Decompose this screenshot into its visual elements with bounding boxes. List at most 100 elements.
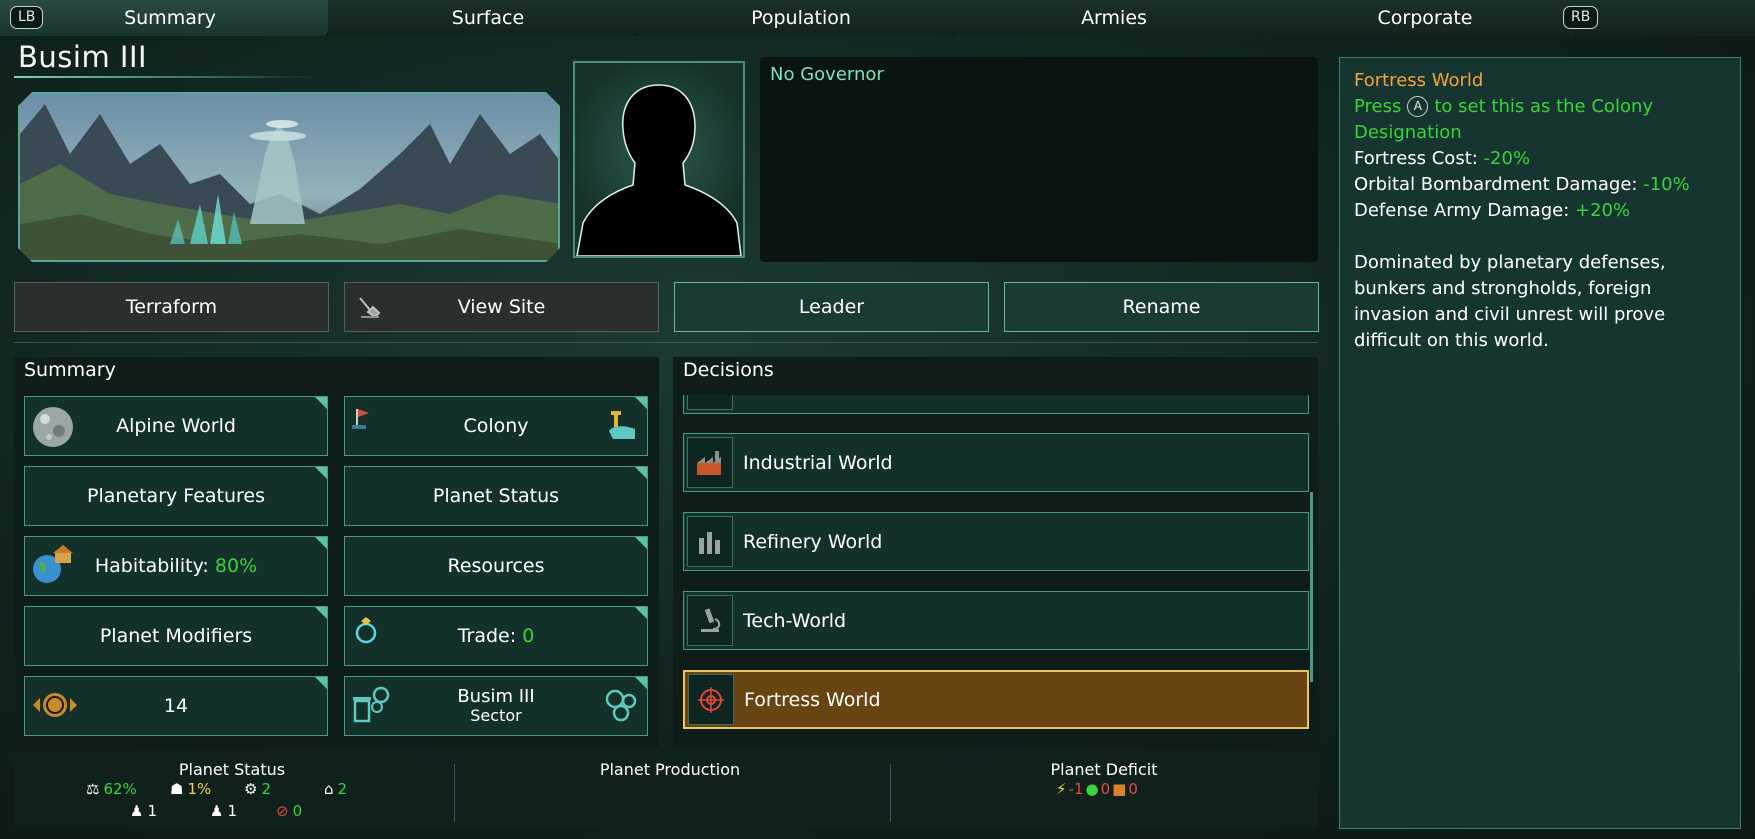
- silhouette-icon: [576, 84, 742, 256]
- planetary-features-tile[interactable]: Planetary Features: [24, 466, 328, 526]
- planet-size-tile[interactable]: 14: [24, 676, 328, 736]
- tile-corner: [315, 467, 327, 479]
- sector-tile[interactable]: Busim III Sector: [344, 676, 648, 736]
- decision-label: Refinery World: [743, 530, 883, 553]
- decisions-scrollbar[interactable]: [1310, 492, 1313, 682]
- tab-surface-label: Surface: [451, 7, 525, 29]
- effect-label: Fortress Cost:: [1354, 148, 1478, 169]
- planet-banner-image: [18, 92, 560, 262]
- housing-icon: ⌂: [324, 780, 334, 798]
- crime-icon: ☗: [170, 780, 184, 798]
- rb-button-icon[interactable]: RB: [1563, 6, 1599, 29]
- pop-icon: ♟: [130, 802, 144, 820]
- lb-button-icon[interactable]: LB: [10, 6, 44, 29]
- governor-portrait[interactable]: [573, 61, 745, 258]
- leader-button[interactable]: Leader: [674, 282, 989, 332]
- governor-status: No Governor: [770, 64, 884, 85]
- effect-value: +20%: [1575, 200, 1631, 221]
- decision-label: Tech-World: [743, 609, 847, 632]
- tab-armies[interactable]: Armies: [954, 0, 1274, 36]
- habitability-label: Habitability:: [94, 555, 209, 577]
- summary-panel: Summary Alpine World Colony Planetary Fe…: [14, 357, 659, 748]
- refinery-icon: [687, 516, 733, 567]
- effect-label: Defense Army Damage:: [1354, 200, 1570, 221]
- tab-summary-label: Summary: [124, 7, 216, 29]
- decision-label: Fortress World: [744, 688, 881, 711]
- shovel-icon: [357, 295, 383, 326]
- info-press-hint: Press Ato set this as the Colony Designat…: [1354, 94, 1726, 146]
- tile-corner: [315, 537, 327, 549]
- pop-b-value: 1: [227, 802, 237, 820]
- planet-status-section: Planet Status ⚖ 62% ☗ 1% ⚙ 2 ⌂ 2 ♟ 1 ♟ 1 ⊘ 0: [14, 758, 450, 828]
- planet-size-value: 14: [163, 695, 189, 717]
- goods-deficit-value: 0: [1128, 780, 1138, 798]
- divider: [14, 342, 1318, 343]
- decision-fortress-world[interactable]: Fortress World: [683, 670, 1309, 729]
- habitability-tile[interactable]: Habitability: 80%: [24, 536, 328, 596]
- sector-text: Busim III Sector: [457, 687, 534, 725]
- bottom-status-bar: Planet Status ⚖ 62% ☗ 1% ⚙ 2 ⌂ 2 ♟ 1 ♟ 1 ⊘ 0 Pl…: [14, 758, 1318, 828]
- factory-icon: [687, 437, 733, 488]
- decision-label: Industrial World: [743, 451, 893, 474]
- decision-industrial-world[interactable]: Industrial World: [683, 433, 1309, 492]
- unemployed-icon: ⊘: [276, 802, 289, 820]
- trade-text: Trade: 0: [458, 625, 535, 647]
- rename-label: Rename: [1122, 296, 1201, 318]
- energy-icon: ⚡: [1056, 780, 1067, 798]
- press-before: Press: [1354, 96, 1402, 117]
- colony-tile[interactable]: Colony: [344, 396, 648, 456]
- planet-status-tile[interactable]: Planet Status: [344, 466, 648, 526]
- unemployed-stat: ⊘ 0: [276, 802, 302, 820]
- tile-corner: [635, 677, 647, 689]
- designation-info-panel: Fortress World Press Ato set this as the …: [1339, 57, 1741, 829]
- planet-modifiers-label: Planet Modifiers: [99, 625, 253, 647]
- resources-tile[interactable]: Resources: [344, 536, 648, 596]
- planet-modifiers-tile[interactable]: Planet Modifiers: [24, 606, 328, 666]
- trade-tile[interactable]: Trade: 0: [344, 606, 648, 666]
- decision-refinery-world[interactable]: Refinery World: [683, 512, 1309, 571]
- sector-hex-icon: [603, 687, 639, 728]
- info-effect: Defense Army Damage: +20%: [1354, 198, 1726, 224]
- habitability-text: Habitability: 80%: [95, 555, 257, 577]
- tile-corner: [315, 607, 327, 619]
- view-site-button[interactable]: View Site: [344, 282, 659, 332]
- sector-name: Busim III: [457, 686, 535, 707]
- crosshair-icon: [688, 674, 734, 725]
- planet-status-title: Planet Status: [178, 760, 286, 779]
- habitability-value: 80%: [214, 555, 258, 577]
- effect-label: Orbital Bombardment Damage:: [1354, 174, 1638, 195]
- planet-type-label: Alpine World: [116, 415, 236, 437]
- pop-stat-b: ♟ 1: [210, 802, 237, 820]
- leader-label: Leader: [798, 296, 865, 318]
- decisions-list[interactable]: Industrial World Refinery World Tech-Wor…: [683, 395, 1311, 745]
- habitability-icon: [31, 545, 75, 592]
- amenities-value: 2: [261, 780, 271, 798]
- planet-type-tile[interactable]: Alpine World: [24, 396, 328, 456]
- tab-corporate[interactable]: Corporate: [1262, 0, 1588, 36]
- rename-button[interactable]: Rename: [1004, 282, 1319, 332]
- goods-icon: ■: [1112, 780, 1127, 798]
- planet-size-icon: [31, 685, 79, 730]
- terraform-button[interactable]: Terraform: [14, 282, 329, 332]
- amenities-icon: ⚙: [244, 780, 258, 798]
- info-description: Dominated by planetary defenses, bunkers…: [1354, 252, 1666, 351]
- a-button-icon: A: [1407, 96, 1429, 117]
- trade-value: 0: [522, 625, 535, 647]
- decision-item-cut-off[interactable]: [683, 395, 1309, 414]
- decision-tech-world[interactable]: Tech-World: [683, 591, 1309, 650]
- stability-icon: ⚖: [86, 780, 100, 798]
- tile-corner: [635, 607, 647, 619]
- tab-population[interactable]: Population: [636, 0, 966, 36]
- colony-flag-icon: [351, 405, 373, 436]
- tab-armies-label: Armies: [1081, 7, 1147, 29]
- info-effect: Fortress Cost: -20%: [1354, 146, 1726, 172]
- planet-production-section: Planet Production: [454, 758, 886, 828]
- stability-stat: ⚖ 62%: [86, 780, 137, 798]
- tab-surface[interactable]: Surface: [328, 0, 648, 36]
- tab-bar-end: [1576, 0, 1755, 36]
- tab-summary[interactable]: Summary: [0, 0, 340, 36]
- resources-label: Resources: [447, 555, 545, 577]
- tile-corner: [635, 467, 647, 479]
- info-effect: Orbital Bombardment Damage: -10%: [1354, 172, 1726, 198]
- decision-icon: [687, 395, 733, 410]
